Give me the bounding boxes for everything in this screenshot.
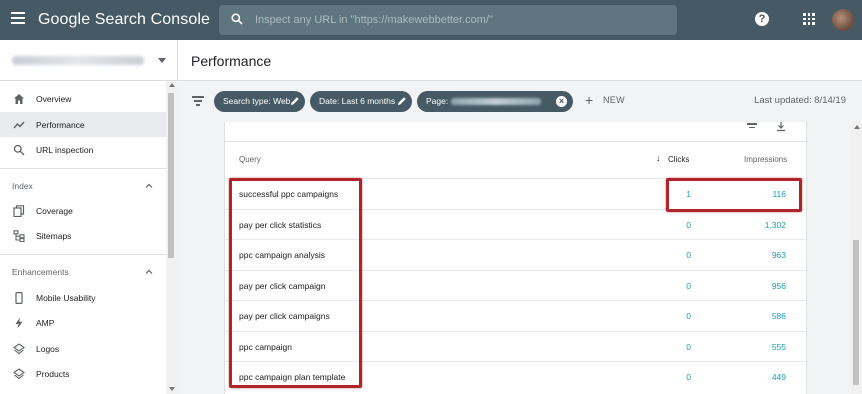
sidebar-item-overview[interactable]: Overview: [0, 86, 166, 111]
property-selector[interactable]: [0, 40, 177, 81]
sidebar-item-logos[interactable]: Logos: [0, 336, 166, 361]
sidebar-item-performance[interactable]: Performance: [0, 112, 166, 137]
scroll-thumb[interactable]: [168, 93, 174, 258]
home-icon: [14, 94, 24, 104]
chevron-up-icon[interactable]: [145, 268, 153, 276]
trend-icon: [13, 121, 25, 129]
new-label: NEW: [603, 95, 625, 105]
main-content: Query ↓ Clicks Impressions successful pp…: [177, 122, 851, 394]
menu-icon[interactable]: [11, 12, 25, 24]
sidebar-item-url-inspection[interactable]: URL inspection: [0, 137, 166, 162]
sidebar-scrollbar[interactable]: [166, 81, 177, 394]
highlight-box-metrics: [666, 178, 802, 212]
page-url-redacted: [451, 98, 541, 105]
table-toolbar: [225, 122, 808, 142]
sidebar-item-label: Products: [36, 368, 70, 379]
search-icon: [231, 13, 243, 25]
app-bar: Google Search Console ?: [0, 0, 862, 40]
bolt-icon: [15, 317, 23, 329]
chip-date[interactable]: Date: Last 6 months: [310, 91, 412, 112]
filter-icon[interactable]: [192, 96, 204, 106]
sidebar-item-coverage[interactable]: Coverage: [0, 198, 166, 223]
url-inspect-search[interactable]: [219, 5, 677, 35]
page-header: Performance: [177, 40, 862, 81]
sitemap-icon: [13, 230, 25, 242]
column-header-query[interactable]: Query: [239, 155, 261, 164]
page-title: Performance: [191, 53, 272, 69]
property-name-redacted: [12, 56, 144, 65]
section-label-enhancements: Enhancements: [12, 267, 69, 277]
chip-label: Search type: Web: [223, 96, 291, 106]
pencil-icon[interactable]: [397, 96, 407, 106]
search-input[interactable]: [255, 5, 665, 35]
queries-table-card: Query ↓ Clicks Impressions successful pp…: [224, 122, 808, 394]
last-updated: Last updated: 8/14/19: [754, 95, 846, 106]
scroll-thumb[interactable]: [853, 240, 859, 385]
app-title[interactable]: Google Search Console: [38, 11, 210, 29]
filter-rows-icon[interactable]: [747, 123, 757, 131]
sidebar-item-label: Logos: [36, 343, 60, 354]
sidebar-item-label: AMP: [36, 317, 55, 328]
layers-icon: [13, 343, 25, 355]
sidebar-item-label: URL inspection: [36, 144, 94, 155]
filter-bar: Search type: Web Date: Last 6 months Pag…: [177, 81, 862, 122]
phone-icon: [15, 292, 23, 304]
sidebar-item-sitemaps[interactable]: Sitemaps: [0, 223, 166, 248]
column-header-clicks[interactable]: Clicks: [668, 155, 689, 164]
scroll-down-arrow-icon[interactable]: [169, 387, 175, 391]
chip-page[interactable]: Page: ×: [417, 91, 573, 112]
help-icon[interactable]: ?: [755, 12, 769, 26]
divider: [0, 254, 166, 255]
highlight-box-queries: [229, 178, 362, 388]
pencil-icon[interactable]: [290, 96, 300, 106]
chevron-up-icon[interactable]: [145, 182, 153, 190]
sidebar-item-mobile-usability[interactable]: Mobile Usability: [0, 285, 166, 310]
chip-label: Date: Last 6 months: [319, 96, 396, 106]
plus-icon: +: [585, 92, 594, 108]
search-icon: [13, 144, 25, 156]
sidebar: Overview Performance URL inspection Inde…: [0, 81, 177, 394]
sidebar-item-products[interactable]: Products: [0, 361, 166, 386]
chip-label: Page:: [426, 96, 449, 106]
chip-search-type[interactable]: Search type: Web: [214, 91, 305, 112]
sidebar-item-label: Overview: [36, 93, 72, 104]
sidebar-item-amp[interactable]: AMP: [0, 310, 166, 335]
layers-icon: [13, 368, 25, 380]
sidebar-item-label: Mobile Usability: [36, 292, 96, 303]
coverage-icon: [13, 205, 25, 217]
sidebar-item-label: Coverage: [36, 205, 73, 216]
scroll-up-arrow-icon[interactable]: [854, 125, 860, 129]
download-icon[interactable]: [776, 122, 786, 132]
main-scrollbar[interactable]: [851, 122, 862, 394]
column-header-impressions[interactable]: Impressions: [744, 155, 787, 164]
scroll-up-arrow-icon[interactable]: [169, 83, 175, 87]
section-label-index: Index: [12, 181, 33, 191]
sort-arrow-icon[interactable]: ↓: [656, 153, 661, 163]
close-icon[interactable]: ×: [556, 96, 567, 107]
apps-grid-icon[interactable]: [803, 13, 815, 25]
dropdown-caret-icon: [158, 58, 166, 63]
sidebar-item-label: Performance: [36, 119, 85, 130]
divider: [0, 168, 166, 169]
sidebar-item-label: Sitemaps: [36, 230, 72, 241]
avatar[interactable]: [832, 9, 854, 31]
